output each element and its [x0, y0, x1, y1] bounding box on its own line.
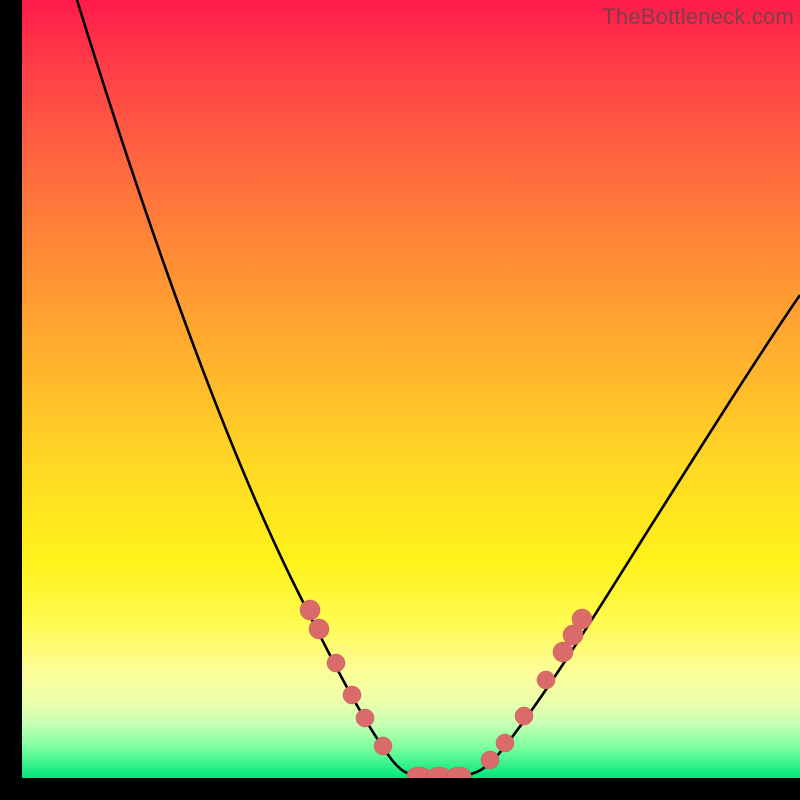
marker-left	[327, 654, 345, 672]
marker-right	[553, 642, 573, 662]
marker-right	[537, 671, 555, 689]
bottleneck-curve-svg	[22, 0, 800, 778]
curve-left	[77, 0, 417, 775]
curve-right	[462, 295, 800, 775]
marker-right	[515, 707, 533, 725]
marker-left	[309, 619, 329, 639]
marker-left	[300, 600, 320, 620]
chart-plot-area: TheBottleneck.com	[22, 0, 800, 778]
marker-right	[481, 751, 499, 769]
marker-left	[356, 709, 374, 727]
marker-right	[572, 609, 592, 629]
marker-right	[496, 734, 514, 752]
marker-left	[343, 686, 361, 704]
marker-left	[374, 737, 392, 755]
flat-marker	[447, 767, 471, 778]
